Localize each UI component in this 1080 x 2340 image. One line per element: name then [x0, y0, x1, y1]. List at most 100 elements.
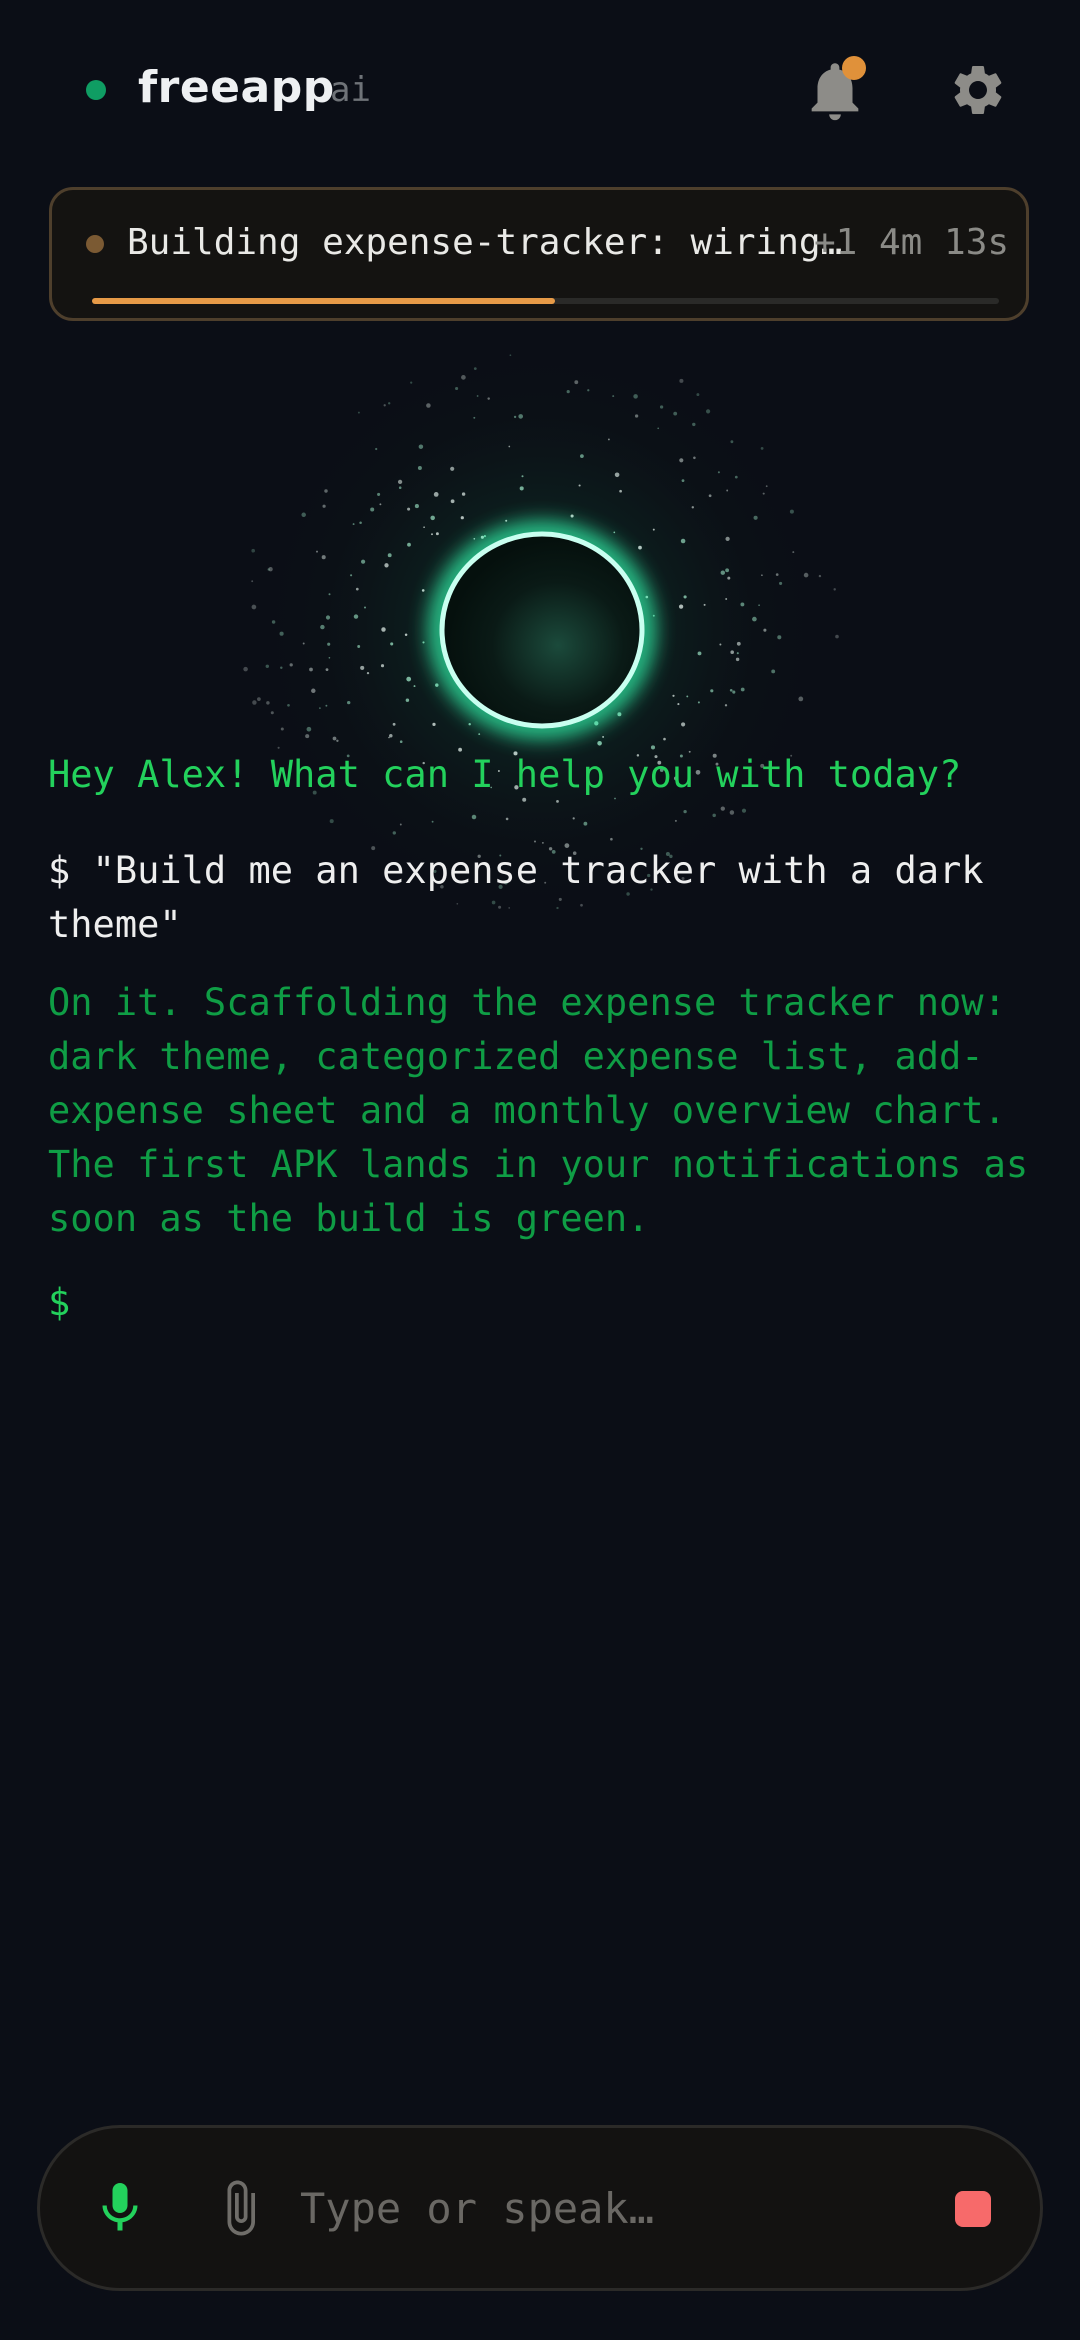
orb-particle	[708, 494, 712, 498]
orb-particle	[692, 422, 696, 427]
orb-particle	[763, 628, 767, 632]
app-name: freeapp	[138, 62, 335, 113]
orb-particle	[703, 603, 706, 606]
orb-particle	[364, 606, 366, 609]
orb-particle	[663, 737, 666, 741]
orb-particle	[792, 551, 795, 554]
orb-particle	[602, 735, 605, 738]
orb-particle	[450, 466, 455, 471]
orb-particle	[388, 736, 390, 739]
orb-particle	[405, 698, 410, 702]
orb-particle	[513, 415, 517, 419]
command-prompt: $	[48, 1281, 71, 1324]
orb-particle	[336, 739, 339, 742]
orb-particle	[578, 484, 581, 487]
orb-particle	[693, 456, 696, 460]
orb-particle	[597, 741, 602, 746]
gear-icon[interactable]	[948, 60, 1008, 120]
orb-particle	[803, 572, 809, 578]
orb-particle	[570, 514, 574, 518]
orb-particle	[789, 509, 794, 514]
orb-particle	[762, 492, 765, 495]
orb-particle	[251, 548, 256, 553]
orb-particle	[461, 375, 466, 380]
orb-particle	[433, 492, 439, 497]
orb-particle	[381, 627, 386, 632]
orb-particle	[697, 651, 702, 656]
orb-particle	[473, 367, 477, 370]
orb-particle	[727, 576, 731, 580]
orb-particle	[508, 445, 511, 448]
orb-particle	[404, 633, 408, 637]
orb-particle	[414, 504, 419, 509]
orb-particle	[301, 512, 306, 518]
orb-particle	[725, 598, 728, 600]
stop-button[interactable]	[955, 2191, 991, 2227]
orb-particle	[761, 574, 763, 577]
orb-particle	[305, 734, 310, 739]
orb-particle	[734, 475, 738, 479]
orb-particle	[717, 471, 720, 474]
orb-particle	[279, 631, 284, 636]
orb-particle	[377, 492, 381, 496]
orb-particle	[487, 397, 490, 400]
orb-particle	[430, 515, 435, 521]
orb-particle	[691, 506, 694, 509]
app-suffix: ai	[330, 70, 371, 110]
mic-icon[interactable]	[90, 2178, 150, 2238]
orb-particle	[366, 671, 370, 675]
orb-particle	[574, 380, 579, 385]
orb-particle	[736, 652, 739, 655]
orb-particle	[455, 386, 459, 391]
notification-badge	[842, 56, 866, 80]
orb-particle	[320, 624, 325, 630]
orb-particle	[257, 697, 261, 701]
orb-particle	[461, 492, 466, 496]
orb-particle	[431, 533, 433, 536]
orb-particle	[779, 581, 783, 585]
build-progress-fill	[92, 298, 555, 304]
orb-particle	[270, 711, 274, 715]
orb-particle	[352, 523, 355, 526]
orb-particle	[327, 642, 331, 646]
orb-particle	[473, 537, 476, 540]
orb-particle	[361, 559, 366, 564]
orb-particle	[413, 685, 416, 688]
orb-particle	[679, 458, 684, 463]
orb-particle	[696, 393, 700, 397]
message-input[interactable]	[300, 2176, 900, 2240]
orb-particle	[325, 668, 329, 672]
orb-particle	[302, 642, 305, 645]
orb-particle	[740, 602, 745, 607]
orb-particle	[306, 726, 312, 732]
orb-particle	[476, 395, 479, 397]
orb-particle	[719, 643, 722, 646]
paperclip-icon[interactable]	[210, 2176, 270, 2240]
orb-particle	[460, 516, 464, 520]
build-status-text: Building expense-tracker: wiring…	[127, 222, 843, 263]
orb-particle	[325, 704, 328, 707]
orb-particle	[322, 504, 326, 508]
orb-particle	[706, 409, 711, 414]
orb-particle	[613, 531, 616, 534]
orb-particle	[252, 700, 257, 705]
orb-particle	[771, 669, 776, 674]
orb-particle	[580, 454, 584, 458]
orb-particle	[432, 722, 436, 727]
orb-particle	[683, 595, 687, 599]
orb-particle	[607, 438, 610, 441]
orb-particle	[735, 657, 740, 662]
orb-particle	[266, 701, 270, 705]
orb-particle	[287, 703, 290, 707]
orb-particle	[243, 666, 248, 672]
orb-particle	[280, 727, 284, 731]
build-status-card[interactable]: Building expense-tracker: wiring… +1 4m …	[49, 187, 1029, 321]
orb-particle	[614, 472, 620, 478]
orb-particle	[519, 486, 524, 491]
orb-particle	[407, 507, 411, 511]
orb-particle	[777, 635, 782, 640]
orb-particle	[765, 485, 768, 488]
orb-particle	[697, 701, 700, 704]
orb-particle	[384, 563, 389, 568]
orb-particle	[360, 665, 365, 670]
